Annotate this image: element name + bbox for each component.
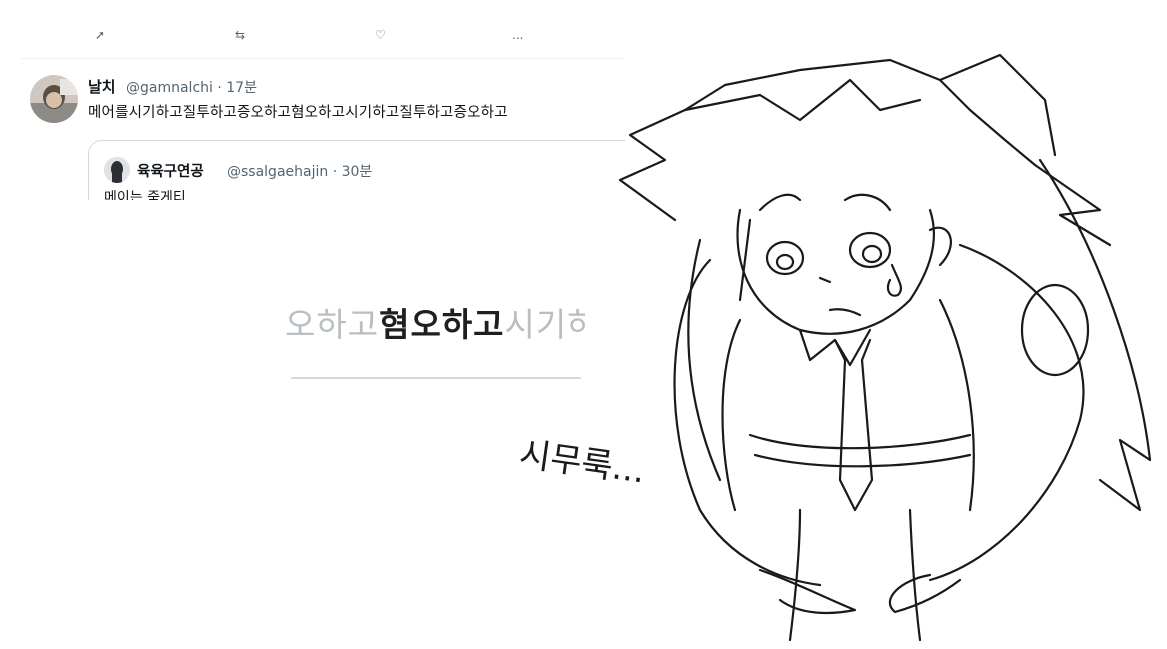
quoted-tweet-text: 메이는 죽게티 xyxy=(104,190,186,200)
sketch-drawing: 시무룩... xyxy=(500,40,1167,645)
tweet-author-name[interactable]: 날치 xyxy=(88,76,116,97)
retweet-icon: ⇆ xyxy=(235,28,246,42)
tweet-text: 메어를시기하고질투하고증오하고혐오하고시기하고질투하고증오하고 xyxy=(88,105,508,121)
avatar[interactable] xyxy=(30,75,78,123)
quoted-avatar xyxy=(104,157,130,183)
reply-icon: ➚ xyxy=(95,28,106,42)
quoted-author-handle: @ssalgaehajin · 30분 xyxy=(227,164,373,180)
tweet-author-handle[interactable]: @gamnalchi · 17분 xyxy=(126,77,257,97)
quoted-author-name: 육육구연공 xyxy=(137,164,204,180)
like-icon: ♡ xyxy=(375,28,386,42)
zoom-faded-left: 오하고 xyxy=(285,305,380,344)
drawing-caption: 시무룩... xyxy=(517,434,648,491)
zoom-highlight: 혐오하고 xyxy=(379,305,505,344)
